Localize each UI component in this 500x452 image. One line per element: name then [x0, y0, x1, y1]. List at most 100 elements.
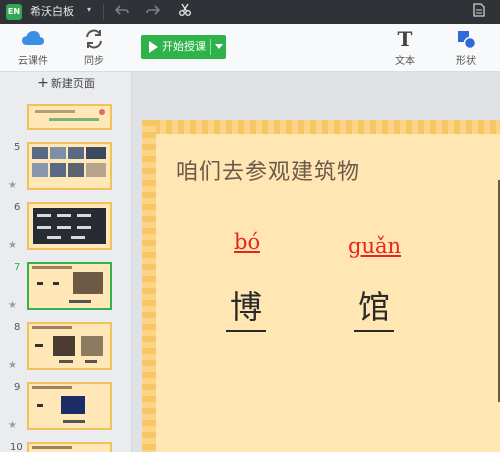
thumb-text-bar	[57, 226, 71, 229]
slide-row-6[interactable]: 6 ★	[0, 202, 130, 260]
chevron-down-icon[interactable]	[215, 44, 223, 49]
text-icon: T	[397, 27, 413, 51]
text-tool-button[interactable]: T 文本	[383, 28, 427, 67]
slide-thumbnail-9[interactable]	[27, 382, 112, 430]
thumb-image	[50, 147, 66, 159]
slide-row-7[interactable]: 7 ★	[0, 262, 130, 320]
slide-title[interactable]: 咱们去参观建筑物	[176, 154, 360, 186]
thumb-image	[53, 336, 75, 356]
thumb-title-bar	[32, 326, 72, 329]
shape-icon	[458, 31, 477, 50]
titlebar-divider	[103, 4, 104, 20]
thumb-image	[50, 163, 66, 177]
slide-border-stripe-left	[142, 120, 156, 452]
pinyin-guan[interactable]: guǎn	[348, 234, 401, 258]
slide-thumbnail-7[interactable]	[27, 262, 112, 310]
slide-sidebar: + 新建页面 5 ★ 6 ★ 7 ★ 8 ★ 9 ★ 10	[0, 72, 132, 452]
app-title: 希沃白板	[30, 5, 74, 18]
slide-row-9[interactable]: 9 ★	[0, 382, 130, 440]
redo-icon[interactable]	[144, 3, 162, 21]
slide-number: 6	[14, 202, 21, 213]
scissors-icon[interactable]	[176, 3, 194, 21]
thumb-image	[32, 163, 48, 177]
start-teaching-button[interactable]: 开始授课	[141, 35, 226, 59]
play-icon	[149, 41, 158, 53]
star-icon[interactable]: ★	[8, 180, 17, 191]
slide-content: 咱们去参观建筑物 bó 博 guǎn 馆	[156, 134, 500, 452]
thumb-text-bar	[37, 282, 43, 285]
thumb-text-bar	[71, 236, 85, 239]
thumb-image	[61, 396, 85, 414]
thumb-caption-bar	[63, 420, 85, 423]
app-logo-icon: EN	[6, 4, 22, 20]
thumb-image	[86, 163, 106, 177]
thumb-dark-panel	[33, 208, 106, 244]
cloud-icon	[22, 31, 44, 45]
plus-icon: +	[37, 75, 49, 91]
thumb-image	[81, 336, 103, 356]
undo-icon[interactable]	[113, 3, 131, 21]
thumb-text-bar	[35, 344, 43, 347]
slide-number: 5	[14, 142, 21, 153]
thumb-caption-bar	[85, 360, 97, 363]
thumb-caption-bar	[69, 300, 91, 303]
slide-row-5[interactable]: 5 ★	[0, 142, 130, 200]
pinyin-bo[interactable]: bó	[234, 230, 260, 254]
thumb-text-bar	[77, 226, 91, 229]
thumb-image	[68, 147, 84, 159]
slide-thumbnail-8[interactable]	[27, 322, 112, 370]
sync-icon	[86, 29, 102, 49]
cloud-courseware-button[interactable]: 云课件	[11, 28, 55, 67]
slide-number: 7	[14, 262, 21, 273]
shape-tool-label: 形状	[456, 56, 476, 67]
thumb-text-bar	[47, 236, 61, 239]
thumb-text-bar	[37, 226, 51, 229]
current-slide[interactable]: 咱们去参观建筑物 bó 博 guǎn 馆	[142, 120, 500, 452]
slide-row-8[interactable]: 8 ★	[0, 322, 130, 380]
slide-thumbnail-5[interactable]	[27, 142, 112, 190]
thumb-image	[32, 147, 48, 159]
hanzi-bo[interactable]: 博	[226, 282, 267, 332]
sync-button[interactable]: 同步	[72, 28, 116, 67]
cloud-courseware-label: 云课件	[18, 56, 48, 67]
slide-thumbnail-6[interactable]	[27, 202, 112, 250]
slide-number: 10	[10, 442, 23, 452]
thumb-image	[86, 147, 106, 159]
document-icon[interactable]	[470, 3, 488, 21]
thumb-text-bar	[35, 110, 75, 113]
thumb-caption-bar	[59, 360, 73, 363]
shape-tool-button[interactable]: 形状	[444, 28, 488, 67]
star-icon[interactable]: ★	[8, 360, 17, 371]
slide-thumbnail-10[interactable]	[27, 442, 112, 452]
thumb-title-bar	[32, 266, 72, 269]
slide-row-10[interactable]: 10	[0, 442, 130, 452]
slide-thumbnail-4[interactable]	[27, 104, 112, 130]
thumb-title-bar	[32, 446, 72, 449]
thumb-image	[73, 272, 103, 294]
app-menu-caret-icon[interactable]: ▾	[87, 5, 91, 14]
main-toolbar: 云课件 同步 开始授课 T 文本 形状	[0, 24, 500, 72]
thumb-image	[68, 163, 84, 177]
thumb-text-bar	[49, 118, 99, 121]
text-tool-label: 文本	[395, 56, 415, 67]
star-icon[interactable]: ★	[8, 240, 17, 251]
new-page-label: 新建页面	[50, 77, 95, 90]
title-bar: EN 希沃白板 ▾	[0, 0, 500, 24]
thumb-title-bar	[32, 386, 72, 389]
thumb-text-bar	[53, 282, 59, 285]
canvas-area[interactable]: 咱们去参观建筑物 bó 博 guǎn 馆	[132, 72, 500, 452]
thumb-decoration	[99, 109, 105, 115]
thumb-text-bar	[37, 404, 43, 407]
star-icon[interactable]: ★	[8, 300, 17, 311]
star-icon[interactable]: ★	[8, 420, 17, 431]
start-button-divider	[210, 39, 211, 55]
start-teaching-label: 开始授课	[162, 40, 206, 53]
thumb-text-bar	[77, 214, 91, 217]
sync-label: 同步	[84, 56, 104, 67]
slide-number: 9	[14, 382, 21, 393]
thumb-text-bar	[57, 214, 71, 217]
slide-border-stripe-top	[142, 120, 500, 134]
thumb-text-bar	[37, 214, 51, 217]
hanzi-guan[interactable]: 馆	[354, 282, 395, 332]
new-page-button[interactable]: + 新建页面	[0, 72, 132, 94]
